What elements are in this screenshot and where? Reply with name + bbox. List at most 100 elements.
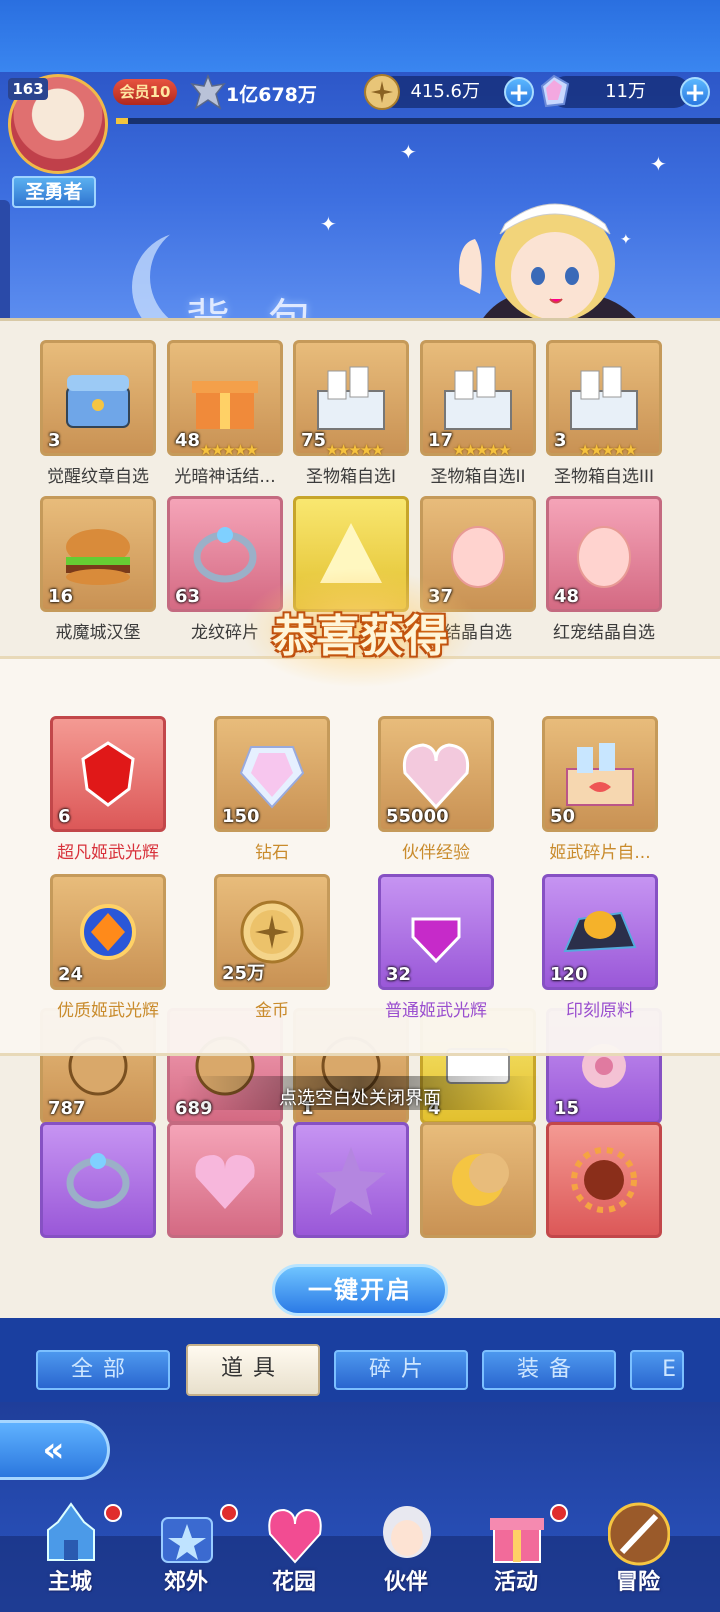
nav-main-city[interactable]: 主城 (12, 1500, 128, 1612)
inventory-slot[interactable] (40, 1122, 156, 1238)
stone-icon (563, 911, 637, 953)
add-gold-button[interactable]: + (504, 77, 534, 107)
ring-icon (66, 1153, 130, 1209)
burger-icon (66, 529, 130, 585)
item-label: 圣物箱自选I (305, 467, 396, 487)
reward-label: 印刻原料 (566, 1001, 634, 1021)
reward-label: 伙伴经验 (402, 843, 470, 863)
gemred-icon (81, 741, 135, 807)
nav-adventure[interactable]: 冒险 (580, 1500, 696, 1612)
reward-count: 25万 (222, 963, 266, 984)
exp-bar (116, 118, 720, 124)
box-icon (570, 366, 638, 430)
giftbox-icon (566, 743, 634, 806)
maid-character-illustration (459, 203, 640, 322)
reward-slot[interactable]: 6 (50, 716, 166, 832)
nav-label: 花园 (271, 1570, 316, 1595)
inventory-slot[interactable] (293, 1122, 409, 1238)
sparkle-icon: ✦ (400, 140, 417, 164)
nav-label: 冒险 (615, 1570, 660, 1595)
reward-slot[interactable]: 32 (378, 874, 494, 990)
item-count: 3 (48, 430, 61, 451)
player-level: 163 (8, 78, 48, 100)
item-label: 觉醒纹章自选 (47, 467, 149, 487)
heart-icon (195, 1155, 255, 1209)
item-label: 圣物箱自选II (430, 467, 526, 487)
reward-label: 钻石 (255, 843, 289, 863)
diamond-icon (540, 74, 570, 108)
item-count: 75 (301, 430, 327, 451)
ring-icon (193, 527, 257, 583)
adventure-icon (608, 1502, 670, 1566)
back-button[interactable]: « (0, 1420, 110, 1480)
reward-count: 120 (550, 964, 588, 985)
gold-coin-icon (364, 74, 400, 110)
reward-slot[interactable]: 55000 (378, 716, 494, 832)
tab-1[interactable]: 道具 (186, 1344, 320, 1396)
tab-0[interactable]: 全部 (36, 1350, 170, 1390)
combat-power-value: 1亿678万 (226, 84, 317, 106)
reward-label: 金币 (255, 1001, 289, 1021)
combat-power-icon (190, 74, 226, 110)
diamond-icon (239, 746, 305, 809)
inventory-slot[interactable]: 48 (546, 496, 662, 612)
item-label: 光暗神话结... (174, 467, 276, 487)
temple-icon (161, 1517, 213, 1563)
inventory-slot[interactable] (167, 1122, 283, 1238)
egg-icon (577, 526, 631, 588)
item-label: 圣物箱自选III (553, 467, 655, 487)
inventory-slot[interactable]: 3 (40, 340, 156, 456)
castle-icon (47, 1502, 95, 1561)
reward-label: 超凡姬武光辉 (57, 843, 159, 863)
inventory-slot[interactable] (420, 1122, 536, 1238)
star-icon (316, 1147, 386, 1215)
reward-label: 优质姬武光辉 (57, 1001, 159, 1021)
box-icon (317, 366, 385, 430)
gempurple-icon (411, 917, 461, 964)
nav-activity[interactable]: 活动 (458, 1500, 574, 1612)
inventory-slot[interactable]: ★★★★★ 75 (293, 340, 409, 459)
nav-label: 伙伴 (383, 1570, 428, 1595)
reward-slot[interactable]: 25万 (214, 874, 330, 990)
top-background (0, 0, 720, 72)
sparkle-icon: ✦ (650, 152, 667, 176)
page-title: 背包 (186, 295, 350, 322)
nav-garden[interactable]: 花园 (236, 1500, 352, 1612)
nav-label: 活动 (493, 1570, 538, 1595)
tab-4[interactable]: E (630, 1350, 684, 1390)
reward-slot[interactable]: 120 (542, 874, 658, 990)
reward-label: 姬武碎片自... (549, 843, 651, 863)
item-count: 48 (175, 430, 201, 451)
reward-count: 55000 (386, 806, 449, 827)
player-title-badge[interactable]: 圣勇者 (12, 176, 96, 208)
exp-bar-fill (116, 118, 129, 124)
add-gem-button[interactable]: + (680, 77, 710, 107)
inventory-slot[interactable]: 16 (40, 496, 156, 612)
nav-label: 郊外 (163, 1570, 208, 1595)
gemorange-icon (80, 904, 136, 960)
sun-icon (571, 1147, 637, 1213)
reward-slot[interactable]: 24 (50, 874, 166, 990)
gift-icon (192, 381, 258, 429)
item-count: 3 (554, 430, 567, 451)
nav-outskirts[interactable]: 郊外 (128, 1500, 244, 1612)
heart-icon (268, 1508, 322, 1564)
inventory-slot[interactable]: ★★★★★ 3 (546, 340, 662, 459)
vip-badge[interactable]: 会员10 (113, 79, 177, 105)
tab-2[interactable]: 碎片 (334, 1350, 468, 1390)
notification-dot (104, 1504, 122, 1522)
reward-count: 24 (58, 964, 84, 985)
item-count: 17 (428, 430, 454, 451)
inventory-slot[interactable]: ★★★★★ 48 (167, 340, 283, 459)
reward-count: 50 (550, 806, 576, 827)
inventory-slot[interactable]: ★★★★★ 17 (420, 340, 536, 459)
open-all-button[interactable]: 一键开启 (272, 1264, 448, 1316)
nav-label: 主城 (47, 1570, 92, 1595)
reward-slot[interactable]: 50 (542, 716, 658, 832)
nav-partner[interactable]: 伙伴 (348, 1500, 464, 1612)
close-hint: 点选空白处关闭界面 (279, 1088, 441, 1109)
chest-icon (66, 375, 130, 428)
inventory-slot[interactable] (546, 1122, 662, 1238)
tab-3[interactable]: 装备 (482, 1350, 616, 1390)
reward-slot[interactable]: 150 (214, 716, 330, 832)
